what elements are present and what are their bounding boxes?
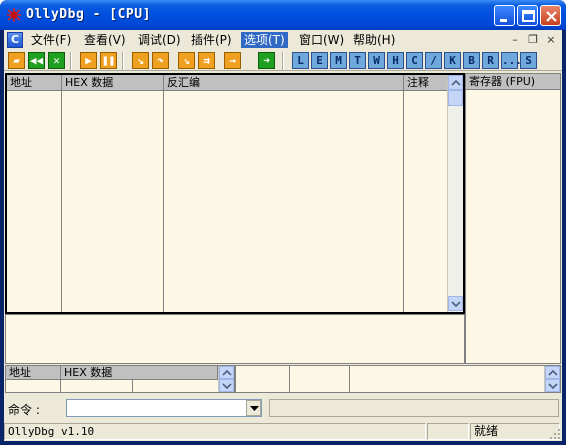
menu-view[interactable]: 查看(V) — [81, 32, 129, 48]
col-header-hex[interactable]: HEX 数据 — [62, 75, 164, 91]
menu-help[interactable]: 帮助(H) — [350, 32, 398, 48]
client-area: C 文件(F) 查看(V) 调试(D) 插件(P) 选项(T) 窗口(W) 帮助… — [4, 30, 562, 441]
disassembly-scrollbar[interactable] — [447, 75, 463, 312]
ollydbg-window: OllyDbg - [CPU] C 文件(F) 查看(V) 调试(D) 插件(P… — [0, 0, 566, 445]
dump-col-header-hex[interactable]: HEX 数据 — [61, 366, 218, 380]
maximize-button[interactable] — [517, 5, 538, 26]
menu-window[interactable]: 窗口(W) — [296, 32, 347, 48]
scroll-thumb[interactable] — [448, 90, 463, 106]
pause-icon[interactable]: ❚❚ — [100, 52, 117, 69]
step-over-icon[interactable]: ↷ — [152, 52, 169, 69]
disassembly-pane[interactable]: 地址 HEX 数据 反汇编 注释 — [5, 73, 465, 314]
toolbar-threads-button[interactable]: T — [349, 52, 366, 69]
col-header-comment[interactable]: 注释 — [404, 75, 449, 91]
menu-plugins[interactable]: 插件(P) — [188, 32, 235, 48]
minimize-button[interactable] — [494, 5, 515, 26]
close-button[interactable] — [540, 5, 561, 26]
stack-scrollbar[interactable] — [544, 366, 560, 392]
dump-scroll-down-icon[interactable] — [219, 379, 234, 392]
toolbar-log-button[interactable]: L — [292, 52, 309, 69]
toolbar-windows-button[interactable]: W — [368, 52, 385, 69]
mdi-minimize-icon[interactable]: – — [508, 34, 522, 46]
close-icon — [546, 11, 557, 22]
dump-col-header-address[interactable]: 地址 — [6, 366, 61, 380]
status-version: OllyDbg v1.10 — [4, 423, 426, 440]
command-dropdown-icon[interactable] — [246, 400, 261, 416]
toolbar-callstack-button[interactable]: K — [444, 52, 461, 69]
dump-scrollbar[interactable] — [218, 366, 234, 392]
menu-file[interactable]: 文件(F) — [28, 32, 74, 48]
command-input[interactable] — [66, 399, 262, 417]
bug-app-icon — [7, 8, 21, 22]
toolbar-source-button[interactable]: S — [520, 52, 537, 69]
status-state: 就绪 — [470, 423, 560, 440]
open-folder-icon[interactable]: ▰ — [8, 52, 25, 69]
mdi-close-icon[interactable]: × — [544, 34, 558, 46]
maximize-icon — [522, 10, 535, 22]
run-icon[interactable]: ▶ — [80, 52, 97, 69]
toolbar-breakpoints-button[interactable]: B — [463, 52, 480, 69]
menu-bar: C 文件(F) 查看(V) 调试(D) 插件(P) 选项(T) 窗口(W) 帮助… — [4, 30, 562, 50]
col-header-disassembly[interactable]: 反汇编 — [164, 75, 404, 91]
step-into-icon[interactable]: ↘ — [132, 52, 149, 69]
command-bar: 命令 : — [4, 396, 562, 420]
execute-till-return-icon[interactable]: → — [224, 52, 241, 69]
menu-options[interactable]: 选项(T) — [241, 32, 288, 48]
command-label: 命令 : — [8, 403, 40, 417]
registers-pane[interactable]: 寄存器 (FPU) — [465, 73, 561, 364]
toolbar-cpu-button[interactable]: C — [406, 52, 423, 69]
info-pane[interactable] — [5, 314, 465, 364]
registers-header[interactable]: 寄存器 (FPU) — [466, 74, 560, 90]
col-header-address[interactable]: 地址 — [7, 75, 62, 91]
title-bar[interactable]: OllyDbg - [CPU] — [0, 0, 566, 30]
go-to-icon[interactable]: ➜ — [258, 52, 275, 69]
minimize-icon — [500, 19, 507, 22]
status-blank — [427, 423, 469, 440]
close-program-icon[interactable]: ✕ — [48, 52, 65, 69]
toolbar-run-trace-button[interactable]: ... — [501, 52, 522, 69]
toolbar-handles-button[interactable]: H — [387, 52, 404, 69]
dump-pane[interactable]: 地址 HEX 数据 — [5, 365, 235, 393]
trace-into-icon[interactable]: ⇘ — [178, 52, 195, 69]
scroll-down-icon[interactable] — [448, 296, 463, 311]
stack-scroll-down-icon[interactable] — [545, 379, 560, 392]
window-title: OllyDbg - [CPU] — [26, 7, 151, 22]
toolbar-patches-button[interactable]: / — [425, 52, 442, 69]
toolbar-references-button[interactable]: R — [482, 52, 499, 69]
resize-grip-icon[interactable] — [549, 428, 561, 440]
stack-scroll-up-icon[interactable] — [545, 366, 560, 379]
status-bar: OllyDbg v1.10 就绪 — [4, 421, 562, 441]
menu-debug[interactable]: 调试(D) — [135, 32, 184, 48]
command-status-field — [269, 399, 559, 417]
trace-over-icon[interactable]: ⇉ — [198, 52, 215, 69]
cpu-window-icon[interactable]: C — [7, 32, 23, 48]
stack-pane[interactable] — [235, 365, 561, 393]
toolbar-memory-button[interactable]: M — [330, 52, 347, 69]
toolbar: ▰ ◀◀ ✕ ▶ ❚❚ ↘ ↷ ⇘ ⇉ → ➜ L E M T W H C / … — [4, 51, 562, 71]
dump-scroll-up-icon[interactable] — [219, 366, 234, 379]
restart-icon[interactable]: ◀◀ — [28, 52, 45, 69]
scroll-up-icon[interactable] — [448, 75, 463, 90]
toolbar-modules-button[interactable]: E — [311, 52, 328, 69]
mdi-restore-icon[interactable]: ❐ — [526, 34, 540, 46]
